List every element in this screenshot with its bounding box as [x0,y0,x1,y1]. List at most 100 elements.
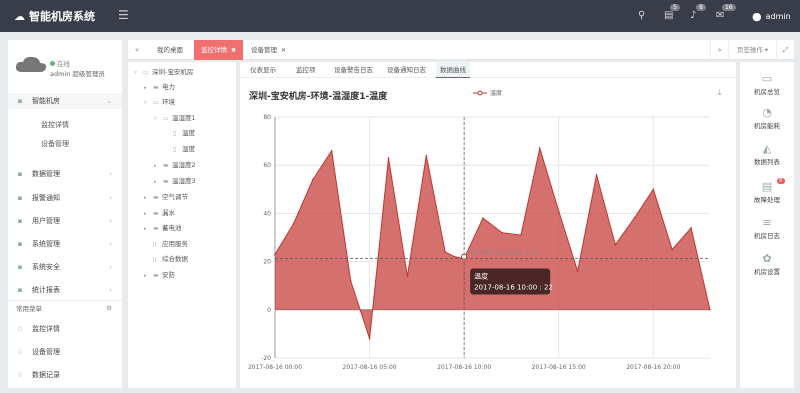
subtab-2[interactable]: 设备警告日志 [330,62,377,78]
caret-right-icon[interactable]: ▸ [144,81,153,95]
app-title: 智能机房系统 [29,10,95,23]
alert-icon[interactable]: ♪ 8 [690,4,706,21]
tooltip-value: 2017-08-16 10:00 : 22 [474,283,553,291]
close-icon[interactable]: ✕ [281,47,286,54]
sidebar-item-1[interactable]: 监控详情 [8,117,122,133]
folder-icon: ▬ [153,84,159,91]
download-icon[interactable]: ⤓ [718,88,722,98]
tree-node[interactable]: ▸ ▬ 蓄电池 [144,221,182,235]
star-icon: ☆ [16,325,24,333]
data-point [293,222,295,224]
sidebar-item-0[interactable]: ▪ 智能机房 ⌄ [8,93,122,109]
right-tool-2[interactable]: ◭ 数据列表 [740,142,794,166]
x-tick-label: 2017-08-16 10:00 [437,364,491,371]
chevron-right-icon: › [109,263,112,271]
tab-scroll-right-icon[interactable]: » [710,40,728,60]
caret-right-icon[interactable]: ▸ [144,191,153,205]
tree-node[interactable]: ▸ ▬ 空气调节 [144,190,188,204]
caret-right-icon[interactable]: ▸ [144,222,153,236]
gear-icon[interactable]: ⚙ [106,304,112,312]
status-online: 在线 [50,58,70,68]
users-icon: ▪ [17,217,23,225]
y-tick-label: 80 [263,114,271,121]
page-ops-label: 页签操作 [736,46,763,54]
subtab-3[interactable]: 设备通知日志 [383,62,430,78]
user-menu[interactable]: ● admin [752,10,791,23]
caret-down-icon[interactable]: ▿ [154,112,163,126]
crosshair-label: 2017-08-16 10:00, 21.3 [467,249,538,256]
app-logo[interactable]: ☁ 智能机房系统 [14,8,95,24]
sidebar-item-label: 数据管理 [32,170,60,178]
fault-badge: 8 [777,178,785,184]
message-icon[interactable]: ▤ 5 [664,4,680,21]
right-tool-1[interactable]: ◔ 机房能耗 [740,106,794,130]
tree-node[interactable]: ▯ 湿度 [164,142,195,156]
temperature-chart[interactable]: -20 0 20 40 60 80 2017-08-16 00:00 2017-08-16 0… [240,98,736,388]
tree-node[interactable]: ▿ ▭ 温湿度1 [154,111,196,125]
sidebar-item-8[interactable]: ▪ 统计报表 › [8,282,122,298]
common-menu-item-2[interactable]: ☆ 数据记录 [8,367,122,383]
fullscreen-icon[interactable]: ⤢ [776,40,794,60]
sidebar-item-4[interactable]: ▪ 报警通知 › [8,190,122,206]
cogs-icon: ✿ [762,252,772,265]
chart-legend[interactable]: 温度 [473,88,502,97]
caret-down-icon[interactable]: ▿ [134,66,143,80]
common-menu-item-1[interactable]: ☆ 设备管理 [8,344,122,360]
y-tick-label: 20 [263,259,271,266]
tree-node[interactable]: ▸ ▬ 温湿度3 [154,174,196,188]
mail-icon[interactable]: ✉ 16 [716,4,736,21]
caret-right-icon[interactable]: ▸ [144,269,153,283]
data-point [368,337,371,340]
tree-node-label: 蓄电池 [162,224,182,232]
caret-right-icon[interactable]: ▸ [154,175,163,189]
right-tool-4[interactable]: ≡ 机房日志 [740,216,794,240]
subtab-0[interactable]: 仪表显示 [246,62,280,78]
server-icon: ▤ [761,180,773,193]
common-menu-label: 设备管理 [32,348,60,356]
common-menu-item-0[interactable]: ☆ 监控详情 [8,321,122,337]
gear-icon: ▪ [17,240,23,248]
star-icon: ☆ [16,348,24,356]
right-tool-0[interactable]: ▭ 机房总览 [740,72,794,96]
caret-right-icon[interactable]: ▸ [144,207,153,221]
tree-node-label: 温湿度3 [172,177,196,185]
sidebar-item-7[interactable]: ▪ 系统安全 › [8,259,122,275]
tree-node[interactable]: ▯ 综合数据 [144,252,188,266]
bell-icon: ▪ [17,194,23,202]
tree-node[interactable]: ▸ ▬ 漏水 [144,206,175,220]
data-point [453,255,456,258]
menu-toggle-icon[interactable]: ☰ [118,8,129,22]
tab-desktop[interactable]: 我的桌面 [150,40,190,60]
user-box: 在线 admin 超级管理员 [8,40,122,82]
sidebar-item-2[interactable]: 设备管理 [8,136,122,152]
sidebar-item-3[interactable]: ▪ 数据管理 › [8,166,122,182]
sidebar-item-6[interactable]: ▪ 系统管理 › [8,236,122,252]
subtab-4[interactable]: 数据曲线 [436,62,470,78]
subtab-1[interactable]: 监控项 [292,62,320,78]
tree-node[interactable]: ▿ ▭ 环境 [144,95,175,109]
tab-device-management[interactable]: 设备管理 ✕ [244,40,293,60]
sub-tabs: 仪表显示 监控项 设备警告日志 设备通知日志 数据曲线 [240,62,736,78]
right-tool-3[interactable]: ▤ 故障处理 8 [740,178,794,204]
search-icon[interactable]: ⚲ [638,10,645,21]
folder-icon: ▬ [163,162,169,169]
caret-down-icon[interactable]: ▿ [144,96,153,110]
page-ops-dropdown[interactable]: 页签操作 ▾ [728,40,776,60]
tree-node[interactable]: ▿ ▭ 深圳-宝安机房 [134,65,193,79]
folder-icon: ▭ [153,99,159,106]
tab-monitor-detail[interactable]: 监控详情 ✖ [194,40,244,60]
sidebar-item-5[interactable]: ▪ 用户管理 › [8,213,122,229]
tree-node[interactable]: ▯ 应用服务 [144,237,188,251]
tree-node[interactable]: ▸ ▬ 安防 [144,268,175,282]
tab-scroll-left-icon[interactable]: « [128,40,146,60]
tree-node-label: 深圳-宝安机房 [152,68,194,76]
tree-node[interactable]: ▯ 温度 [164,126,195,140]
tree-node[interactable]: ▸ ▬ 电力 [144,80,175,94]
close-icon[interactable]: ✖ [231,47,236,54]
right-tool-5[interactable]: ✿ 机房设置 [740,252,794,276]
folder-icon: ▬ [153,210,159,217]
tree-node-label: 安防 [162,271,175,279]
data-point [330,149,333,152]
caret-right-icon[interactable]: ▸ [154,159,163,173]
tree-node[interactable]: ▸ ▬ 温湿度2 [154,158,196,172]
